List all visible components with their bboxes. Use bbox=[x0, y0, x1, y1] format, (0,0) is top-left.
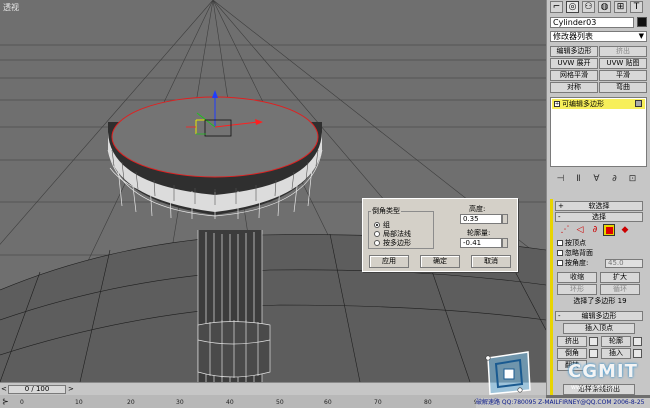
outline-spinner[interactable]: -0.41 bbox=[460, 238, 508, 248]
modifier-stack[interactable]: + 可编辑多边形 bbox=[550, 97, 647, 167]
timeline-tick: 40 bbox=[226, 399, 234, 406]
viewport-scene bbox=[0, 0, 546, 382]
remove-modifier-icon[interactable]: ∂ bbox=[608, 173, 621, 185]
outline-settings-icon[interactable] bbox=[633, 337, 642, 346]
edit-poly-button[interactable]: 编辑多边形 bbox=[550, 46, 598, 57]
tab-hierarchy[interactable]: ⚇ bbox=[582, 1, 595, 13]
symmetry-button[interactable]: 对称 bbox=[550, 82, 598, 93]
stack-item-square-icon bbox=[635, 100, 642, 107]
subobject-level-row: ⋰ ◁ ∂ ◆ bbox=[559, 224, 639, 236]
tab-create[interactable]: ⌐ bbox=[550, 1, 563, 13]
timeline-tick: 10 bbox=[75, 399, 83, 406]
vertex-level-icon[interactable]: ⋰ bbox=[559, 224, 571, 236]
loop-button[interactable]: 循环 bbox=[600, 284, 640, 295]
tab-modify[interactable]: ◎ bbox=[566, 1, 579, 13]
outline-label: 轮廓量: bbox=[467, 229, 491, 237]
stack-item-editable-poly[interactable]: + 可编辑多边形 bbox=[552, 99, 645, 109]
timeline-tick: 70 bbox=[374, 399, 382, 406]
status-credits: 破解速路 QQ:780095 Z-MAILFIRNEY@QQ.COM 2006-… bbox=[476, 398, 650, 408]
checkbox-icon bbox=[557, 250, 563, 256]
tab-display[interactable]: ⊞ bbox=[614, 1, 627, 13]
edit-polygons-rollout[interactable]: - 编辑多边形 bbox=[555, 311, 643, 321]
insert-vertex-button[interactable]: 插入顶点 bbox=[563, 323, 635, 334]
ignore-backfacing-checkbox[interactable]: 忽略背面 bbox=[557, 249, 593, 258]
ring-button[interactable]: 环形 bbox=[557, 284, 597, 295]
timeline-tick: 80 bbox=[424, 399, 432, 406]
uvw-map-button[interactable]: UVW 贴图 bbox=[599, 58, 647, 69]
minus-icon: - bbox=[558, 312, 561, 320]
ok-button[interactable]: 确定 bbox=[420, 255, 460, 268]
next-frame-icon[interactable]: > bbox=[68, 385, 74, 393]
smooth-button[interactable]: 平滑 bbox=[599, 70, 647, 81]
timeline-ruler[interactable]: ⊱ 0 10 20 30 40 50 60 70 80 90 bbox=[0, 395, 546, 408]
soft-selection-rollout[interactable]: + 软选择 bbox=[555, 201, 643, 211]
extrude-button[interactable]: 挤出 bbox=[557, 336, 587, 347]
chevron-down-icon: ▼ bbox=[638, 32, 644, 40]
checkbox-icon bbox=[557, 260, 563, 266]
outline-button[interactable]: 轮廓 bbox=[601, 336, 631, 347]
radio-selected-icon bbox=[374, 222, 380, 228]
apply-button[interactable]: 应用 bbox=[369, 255, 409, 268]
plus-icon: + bbox=[558, 202, 564, 210]
polygon-level-icon[interactable] bbox=[603, 224, 615, 236]
object-color-swatch[interactable] bbox=[637, 17, 647, 27]
bevel-polygons-dialog: 倒角类型 组 局部法线 按多边形 高度: 0.35 轮廓量: -0.41 应用 … bbox=[362, 198, 518, 272]
cancel-button[interactable]: 取消 bbox=[471, 255, 511, 268]
meshsmooth-button[interactable]: 网格平滑 bbox=[550, 70, 598, 81]
modifier-list-dropdown[interactable]: 修改器列表 ▼ bbox=[550, 31, 647, 42]
perspective-viewport[interactable]: 透视 bbox=[0, 0, 546, 382]
timeline-tick: 50 bbox=[276, 399, 284, 406]
timeline-tick: 0 bbox=[20, 399, 24, 406]
watermark-brand: CGMIT bbox=[568, 361, 638, 382]
radio-icon bbox=[374, 240, 380, 246]
element-level-icon[interactable]: ◆ bbox=[619, 224, 631, 236]
stack-toolbar: ⊣ Ⅱ ∀ ∂ ⊡ bbox=[550, 172, 647, 186]
angle-spinner[interactable]: 45.0 bbox=[605, 259, 643, 268]
radio-icon bbox=[374, 231, 380, 237]
extrude-settings-icon[interactable] bbox=[589, 337, 598, 346]
inset-settings-icon[interactable] bbox=[633, 349, 642, 358]
command-panel: ⌐ ◎ ⚇ ◍ ⊞ T Cylinder03 修改器列表 ▼ 编辑多边形 挤出 U… bbox=[546, 0, 650, 395]
by-angle-checkbox[interactable]: 按角度: bbox=[557, 259, 588, 268]
timeline-menu-icon[interactable]: ⊱ bbox=[2, 397, 9, 406]
border-level-icon[interactable]: ∂ bbox=[589, 224, 601, 236]
tab-utilities[interactable]: T bbox=[630, 1, 643, 13]
configure-modifier-sets-icon[interactable]: ⊡ bbox=[626, 173, 639, 185]
polygon-square-icon bbox=[605, 227, 613, 234]
spinner-arrows-icon[interactable] bbox=[502, 214, 508, 224]
extrude-modifier-button[interactable]: 挤出 bbox=[599, 46, 647, 57]
viewport-label: 透视 bbox=[3, 3, 19, 12]
expand-icon[interactable]: + bbox=[554, 101, 560, 107]
radio-by-polygon[interactable]: 按多边形 bbox=[374, 238, 411, 248]
panel-tabs: ⌐ ◎ ⚇ ◍ ⊞ T bbox=[547, 0, 650, 14]
grow-button[interactable]: 扩大 bbox=[600, 272, 640, 283]
bend-button[interactable]: 弯曲 bbox=[599, 82, 647, 93]
time-slider[interactable]: 0 / 100 bbox=[8, 385, 66, 394]
selection-rollout[interactable]: - 选择 bbox=[555, 212, 643, 222]
show-end-result-icon[interactable]: Ⅱ bbox=[572, 173, 585, 185]
edge-level-icon[interactable]: ◁ bbox=[574, 224, 586, 236]
height-label: 高度: bbox=[469, 205, 486, 213]
watermark-url: www.cgmit.com bbox=[571, 384, 619, 391]
by-vertex-checkbox[interactable]: 按顶点 bbox=[557, 239, 586, 248]
tab-motion[interactable]: ◍ bbox=[598, 1, 611, 13]
spinner-arrows-icon[interactable] bbox=[502, 238, 508, 248]
object-name-field[interactable]: Cylinder03 bbox=[550, 17, 634, 28]
bevel-type-title: 倒角类型 bbox=[371, 206, 401, 216]
uvw-unwrap-button[interactable]: UVW 展开 bbox=[550, 58, 598, 69]
timeline-tick: 30 bbox=[176, 399, 184, 406]
timeline-tick: 20 bbox=[127, 399, 135, 406]
time-slider-bar: < 0 / 100 > bbox=[0, 382, 546, 395]
timeline-tick: 60 bbox=[324, 399, 332, 406]
minus-icon: - bbox=[558, 213, 561, 221]
height-spinner[interactable]: 0.35 bbox=[460, 214, 508, 224]
checkbox-icon bbox=[557, 240, 563, 246]
prev-frame-icon[interactable]: < bbox=[1, 385, 7, 393]
selection-info: 选择了多边形 19 bbox=[573, 297, 627, 305]
shrink-button[interactable]: 收缩 bbox=[557, 272, 597, 283]
pin-stack-icon[interactable]: ⊣ bbox=[554, 173, 567, 185]
make-unique-icon[interactable]: ∀ bbox=[590, 173, 603, 185]
